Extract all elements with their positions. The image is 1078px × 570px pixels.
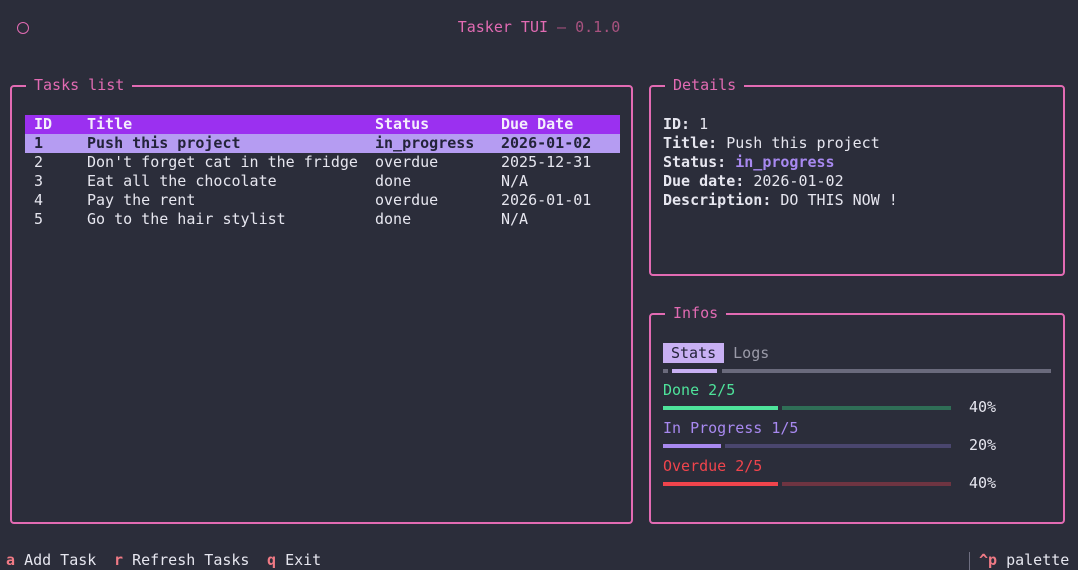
stat-overdue-bar-track — [782, 482, 951, 486]
detail-description-value: DO THIS NOW ! — [780, 191, 898, 209]
column-header-due-date[interactable]: Due Date — [501, 115, 573, 134]
column-header-status[interactable]: Status — [375, 115, 429, 134]
binding-exit-label: Exit — [285, 551, 322, 569]
details-content: ID: 1 Title: Push this project Status: i… — [663, 115, 898, 210]
table-row[interactable]: 4 Pay the rent overdue 2026-01-01 — [25, 191, 620, 210]
infos-tabs: Stats Logs — [663, 343, 778, 363]
row-status: overdue — [375, 191, 439, 209]
row-title: Don't forget cat in the fridge — [87, 153, 358, 171]
app-title-separator: — — [548, 18, 576, 36]
detail-title-value: Push this project — [726, 134, 880, 152]
tasks-list-panel: Tasks list ID Title Status Due Date 1 Pu… — [10, 76, 633, 524]
tab-underline — [663, 369, 1051, 373]
row-due-date: 2025-12-31 — [501, 153, 592, 171]
detail-due-label: Due date: — [663, 172, 745, 190]
footer-divider — [969, 552, 970, 570]
stat-done-label: Done 2/5 — [663, 381, 736, 399]
tab-logs[interactable]: Logs — [725, 343, 777, 363]
infos-title: Infos — [665, 304, 727, 322]
row-id: 3 — [34, 172, 44, 190]
stat-overdue: Overdue 2/5 40% — [663, 457, 1003, 492]
detail-due-value: 2026-01-02 — [753, 172, 844, 190]
detail-description-label: Description: — [663, 191, 772, 209]
binding-palette-key: ^p — [979, 551, 998, 569]
row-id: 4 — [34, 191, 44, 209]
row-status: done — [375, 210, 412, 228]
stat-overdue-percent: 40% — [969, 474, 997, 492]
stat-overdue-label: Overdue 2/5 — [663, 457, 763, 475]
app-version: 0.1.0 — [575, 18, 621, 36]
row-status: overdue — [375, 153, 439, 171]
row-id: 2 — [34, 153, 44, 171]
row-title: Go to the hair stylist — [87, 210, 286, 228]
detail-due-date: Due date: 2026-01-02 — [663, 172, 898, 191]
footer-bar: a Add Task r Refresh Tasks q Exit ^p pal… — [0, 550, 1078, 570]
binding-palette[interactable]: ^p palette — [979, 550, 1069, 570]
row-status: done — [375, 172, 412, 190]
row-title: Push this project — [87, 134, 241, 152]
row-due-date: N/A — [501, 172, 529, 190]
stat-done-bar-track — [782, 406, 951, 410]
tasks-list-title: Tasks list — [26, 76, 133, 94]
binding-refresh-tasks-key: r — [114, 551, 124, 569]
app-header: Tasker TUI — 0.1.0 — [0, 0, 1078, 58]
binding-add-task-key: a — [6, 551, 16, 569]
stat-in-progress-percent: 20% — [969, 436, 997, 454]
stat-done-bar-fill — [663, 406, 778, 410]
binding-exit[interactable]: q Exit — [267, 550, 321, 570]
detail-description: Description: DO THIS NOW ! — [663, 191, 898, 210]
detail-title: Title: Push this project — [663, 134, 898, 153]
row-due-date: N/A — [501, 210, 529, 228]
stat-overdue-bar — [663, 482, 951, 486]
detail-status-value: in_progress — [735, 153, 835, 171]
detail-status: Status: in_progress — [663, 153, 898, 172]
row-id: 5 — [34, 210, 44, 228]
details-title: Details — [665, 76, 745, 94]
table-header-row: ID Title Status Due Date — [25, 115, 620, 134]
stat-in-progress-label: In Progress 1/5 — [663, 419, 799, 437]
stat-in-progress: In Progress 1/5 20% — [663, 419, 1003, 454]
infos-panel: Infos Stats Logs Done 2/5 40% In Progress… — [649, 304, 1065, 524]
table-row[interactable]: 5 Go to the hair stylist done N/A — [25, 210, 620, 229]
binding-add-task[interactable]: a Add Task — [6, 550, 96, 570]
column-header-id[interactable]: ID — [34, 115, 52, 134]
stat-done: Done 2/5 40% — [663, 381, 1003, 416]
binding-refresh-tasks-label: Refresh Tasks — [132, 551, 250, 569]
detail-title-label: Title: — [663, 134, 718, 152]
stat-done-bar — [663, 406, 951, 410]
row-title: Pay the rent — [87, 191, 196, 209]
column-header-title[interactable]: Title — [87, 115, 132, 134]
stat-overdue-bar-fill — [663, 482, 778, 486]
stat-in-progress-bar-fill — [663, 444, 721, 448]
details-panel: Details ID: 1 Title: Push this project S… — [649, 76, 1065, 276]
row-due-date: 2026-01-02 — [501, 134, 592, 152]
detail-status-label: Status: — [663, 153, 727, 171]
table-row[interactable]: 2 Don't forget cat in the fridge overdue… — [25, 153, 620, 172]
stat-done-percent: 40% — [969, 398, 997, 416]
tab-stats[interactable]: Stats — [663, 343, 725, 363]
app-title: Tasker TUI — 0.1.0 — [0, 18, 1078, 36]
binding-add-task-label: Add Task — [24, 551, 97, 569]
detail-id: ID: 1 — [663, 115, 898, 134]
table-row[interactable]: 1 Push this project in_progress 2026-01-… — [25, 134, 620, 153]
detail-id-value: 1 — [699, 115, 709, 133]
stat-in-progress-bar — [663, 444, 951, 448]
row-title: Eat all the chocolate — [87, 172, 277, 190]
binding-palette-label: palette — [1006, 551, 1070, 569]
table-row[interactable]: 3 Eat all the chocolate done N/A — [25, 172, 620, 191]
row-status: in_progress — [375, 134, 475, 152]
row-due-date: 2026-01-01 — [501, 191, 592, 209]
tasks-table[interactable]: ID Title Status Due Date 1 Push this pro… — [25, 115, 620, 229]
binding-refresh-tasks[interactable]: r Refresh Tasks — [114, 550, 249, 570]
app-title-name: Tasker TUI — [457, 18, 549, 36]
row-id: 1 — [34, 134, 44, 152]
binding-exit-key: q — [267, 551, 277, 569]
detail-id-label: ID: — [663, 115, 691, 133]
stat-in-progress-bar-track — [725, 444, 951, 448]
